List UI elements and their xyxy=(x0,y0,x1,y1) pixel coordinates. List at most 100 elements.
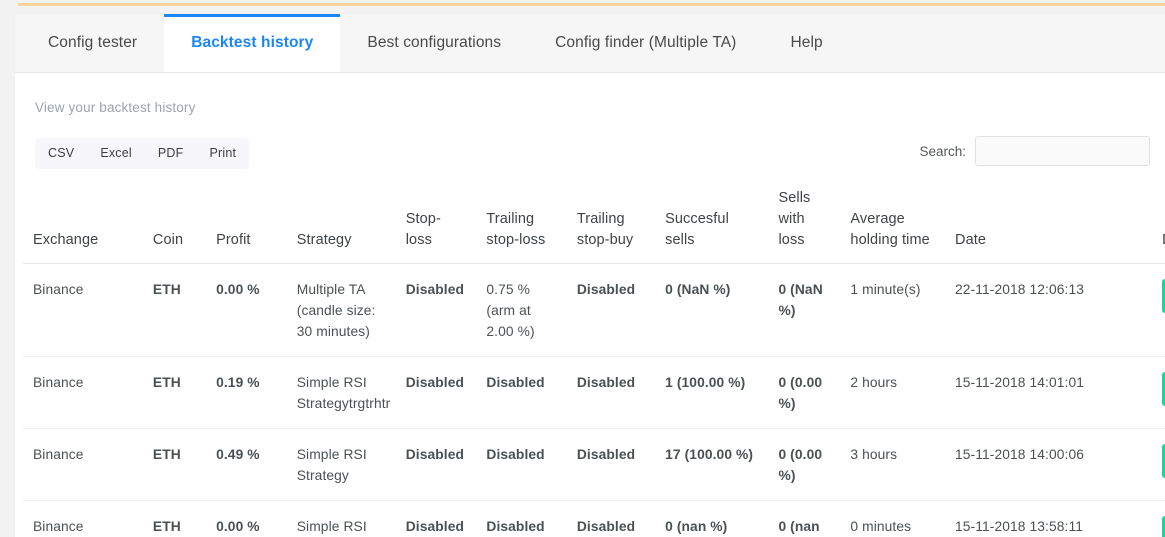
cell-average-holding-time: 3 hours xyxy=(840,428,946,501)
cell-date: 22-11-2018 12:06:13 xyxy=(945,263,1153,357)
column-header-profit[interactable]: Profit xyxy=(206,188,287,264)
cell-strategy: Simple RSI Strategy xyxy=(286,500,396,537)
export-button-group: CSV Excel PDF Print xyxy=(35,138,250,169)
cell-strategy: Simple RSI Strategy xyxy=(286,428,396,501)
cell-trailing-stop-loss: Disabled xyxy=(476,500,567,537)
tab-label: Help xyxy=(790,34,823,51)
cell-sells-with-loss: 0 (nan %) xyxy=(768,500,841,537)
tab-bar: Config tester Backtest history Best config… xyxy=(15,14,1165,73)
column-header-label: Average holding time xyxy=(850,211,930,248)
cell-date: 15-11-2018 14:00:06 xyxy=(945,428,1153,501)
table-row: Binance ETH 0.00 % Multiple TA (candle size… xyxy=(23,263,1165,357)
top-accent-rule xyxy=(18,3,1165,6)
table-row: BinanceETH0.00 %Simple RSI StrategyDisab… xyxy=(23,500,1165,537)
column-header-coin[interactable]: Coin xyxy=(142,188,207,264)
cell-stop-loss: Disabled xyxy=(395,263,477,357)
column-header-label: Date xyxy=(955,232,987,248)
column-header-stop-loss[interactable]: Stop-loss xyxy=(395,188,477,264)
column-header-strategy[interactable]: Strategy xyxy=(286,188,396,264)
tab-help[interactable]: Help xyxy=(763,14,849,72)
cell-trailing-stop-loss: Disabled xyxy=(476,356,567,429)
column-header-succesful-sells[interactable]: Succesful sells xyxy=(655,188,769,264)
cell-successful-sells: 0 (NaN %) xyxy=(655,263,769,357)
search-input[interactable] xyxy=(975,136,1150,166)
export-print-button[interactable]: Print xyxy=(197,138,250,169)
search-label: Search: xyxy=(919,143,966,159)
cell-trailing-stop-buy: Disabled xyxy=(566,428,656,501)
panel-card: Config tester Backtest history Best config… xyxy=(15,14,1165,537)
page-root: Config tester Backtest history Best config… xyxy=(0,0,1165,537)
column-header-trailing-stop-loss[interactable]: Trailing stop-loss xyxy=(476,188,567,264)
cell-trailing-stop-loss: 0.75 % (arm at 2.00 %) xyxy=(476,263,567,357)
cell-strategy: Simple RSI Strategytrgtrhtr xyxy=(286,356,396,429)
cell-profit: 0.19 % xyxy=(206,356,287,429)
tab-best-configurations[interactable]: Best configurations xyxy=(340,14,528,72)
cell-trailing-stop-buy: Disabled xyxy=(566,356,656,429)
tab-label: Best configurations xyxy=(367,34,502,51)
cell-average-holding-time: 1 minute(s) xyxy=(840,263,946,357)
cell-sells-with-loss: 0 (0.00 %) xyxy=(768,356,841,429)
table-row: Binance ETH 0.19 % Simple RSI Strategytrgtr… xyxy=(23,356,1165,429)
column-header-exchange[interactable]: Exchange xyxy=(23,188,143,264)
export-excel-button[interactable]: Excel xyxy=(87,138,145,169)
column-header-label: Stop-loss xyxy=(405,211,441,248)
page-subtitle: View your backtest history xyxy=(35,100,196,115)
cell-coin: ETH xyxy=(142,428,207,501)
cell-exchange: Binance xyxy=(23,356,143,429)
cell-coin: ETH xyxy=(142,356,207,429)
table-body: Binance ETH 0.00 % Multiple TA (candle size… xyxy=(23,263,1165,537)
cell-date: 15-11-2018 13:58:11 xyxy=(945,500,1153,537)
cell-trailing-stop-buy: Disabled xyxy=(566,500,656,537)
column-header-label: Trailing stop-buy xyxy=(576,211,634,248)
table-scroll-container[interactable]: Exchange Coin Profit Strategy Stop-loss Trail… xyxy=(15,188,1165,537)
column-header-label: Exchange xyxy=(33,232,99,248)
table-header-row: Exchange Coin Profit Strategy Stop-loss Trail… xyxy=(23,188,1165,264)
cell-trailing-stop-loss: Disabled xyxy=(476,428,567,501)
column-header-date[interactable]: Date xyxy=(945,188,1153,264)
cell-successful-sells: 0 (nan %) xyxy=(655,500,769,537)
tab-backtest-history[interactable]: Backtest history xyxy=(164,14,341,72)
backtest-history-table: Exchange Coin Profit Strategy Stop-loss Trail… xyxy=(23,188,1165,537)
column-header-trailing-stop-buy[interactable]: Trailing stop-buy xyxy=(566,188,656,264)
tab-label: Config tester xyxy=(48,34,138,51)
cell-deploy: Deploy xyxy=(1152,500,1165,537)
cell-exchange: Binance xyxy=(23,428,143,501)
table-row: Binance ETH 0.49 % Simple RSI Strategy Disab… xyxy=(23,428,1165,501)
cell-average-holding-time: 2 hours xyxy=(840,356,946,429)
column-header-label: Profit xyxy=(216,232,251,248)
column-header-deploy: Deploy xyxy=(1152,188,1165,264)
cell-date: 15-11-2018 14:01:01 xyxy=(945,356,1153,429)
tab-config-tester[interactable]: Config tester xyxy=(21,14,164,72)
cell-exchange: Binance xyxy=(23,263,143,357)
column-header-label: Sells with loss xyxy=(778,190,811,248)
cell-stop-loss: Disabled xyxy=(395,500,477,537)
cell-exchange: Binance xyxy=(23,500,143,537)
cell-coin: ETH xyxy=(142,263,207,357)
cell-successful-sells: 1 (100.00 %) xyxy=(655,356,769,429)
export-csv-button[interactable]: CSV xyxy=(35,138,87,169)
column-header-sells-with-loss[interactable]: Sells with loss xyxy=(768,188,841,264)
cell-profit: 0.00 % xyxy=(206,263,287,357)
cell-sells-with-loss: 0 (NaN %) xyxy=(768,263,841,357)
cell-strategy: Multiple TA (candle size: 30 minutes) xyxy=(286,263,396,357)
cell-profit: 0.49 % xyxy=(206,428,287,501)
column-header-average-holding-time: Average holding time xyxy=(840,188,946,264)
tab-label: Backtest history xyxy=(191,34,314,51)
column-header-label: Succesful sells xyxy=(665,211,729,248)
cell-coin: ETH xyxy=(142,500,207,537)
cell-average-holding-time: 0 minutes xyxy=(840,500,946,537)
table-head: Exchange Coin Profit Strategy Stop-loss Trail… xyxy=(23,188,1165,264)
table-toolbar: CSV Excel PDF Print Search: xyxy=(15,136,1165,172)
tab-config-finder-multiple-ta[interactable]: Config finder (Multiple TA) xyxy=(528,14,763,72)
tab-label: Config finder (Multiple TA) xyxy=(555,34,737,51)
cell-deploy: Deploy xyxy=(1152,356,1165,429)
cell-sells-with-loss: 0 (0.00 %) xyxy=(768,428,841,501)
column-header-label: Trailing stop-loss xyxy=(486,211,546,248)
cell-trailing-stop-buy: Disabled xyxy=(566,263,656,357)
cell-profit: 0.00 % xyxy=(206,500,287,537)
cell-successful-sells: 17 (100.00 %) xyxy=(655,428,769,501)
panel-body: View your backtest history CSV Excel PDF Pr… xyxy=(15,73,1165,537)
export-pdf-button[interactable]: PDF xyxy=(145,138,197,169)
cell-stop-loss: Disabled xyxy=(395,356,477,429)
column-header-label: Coin xyxy=(152,232,184,248)
